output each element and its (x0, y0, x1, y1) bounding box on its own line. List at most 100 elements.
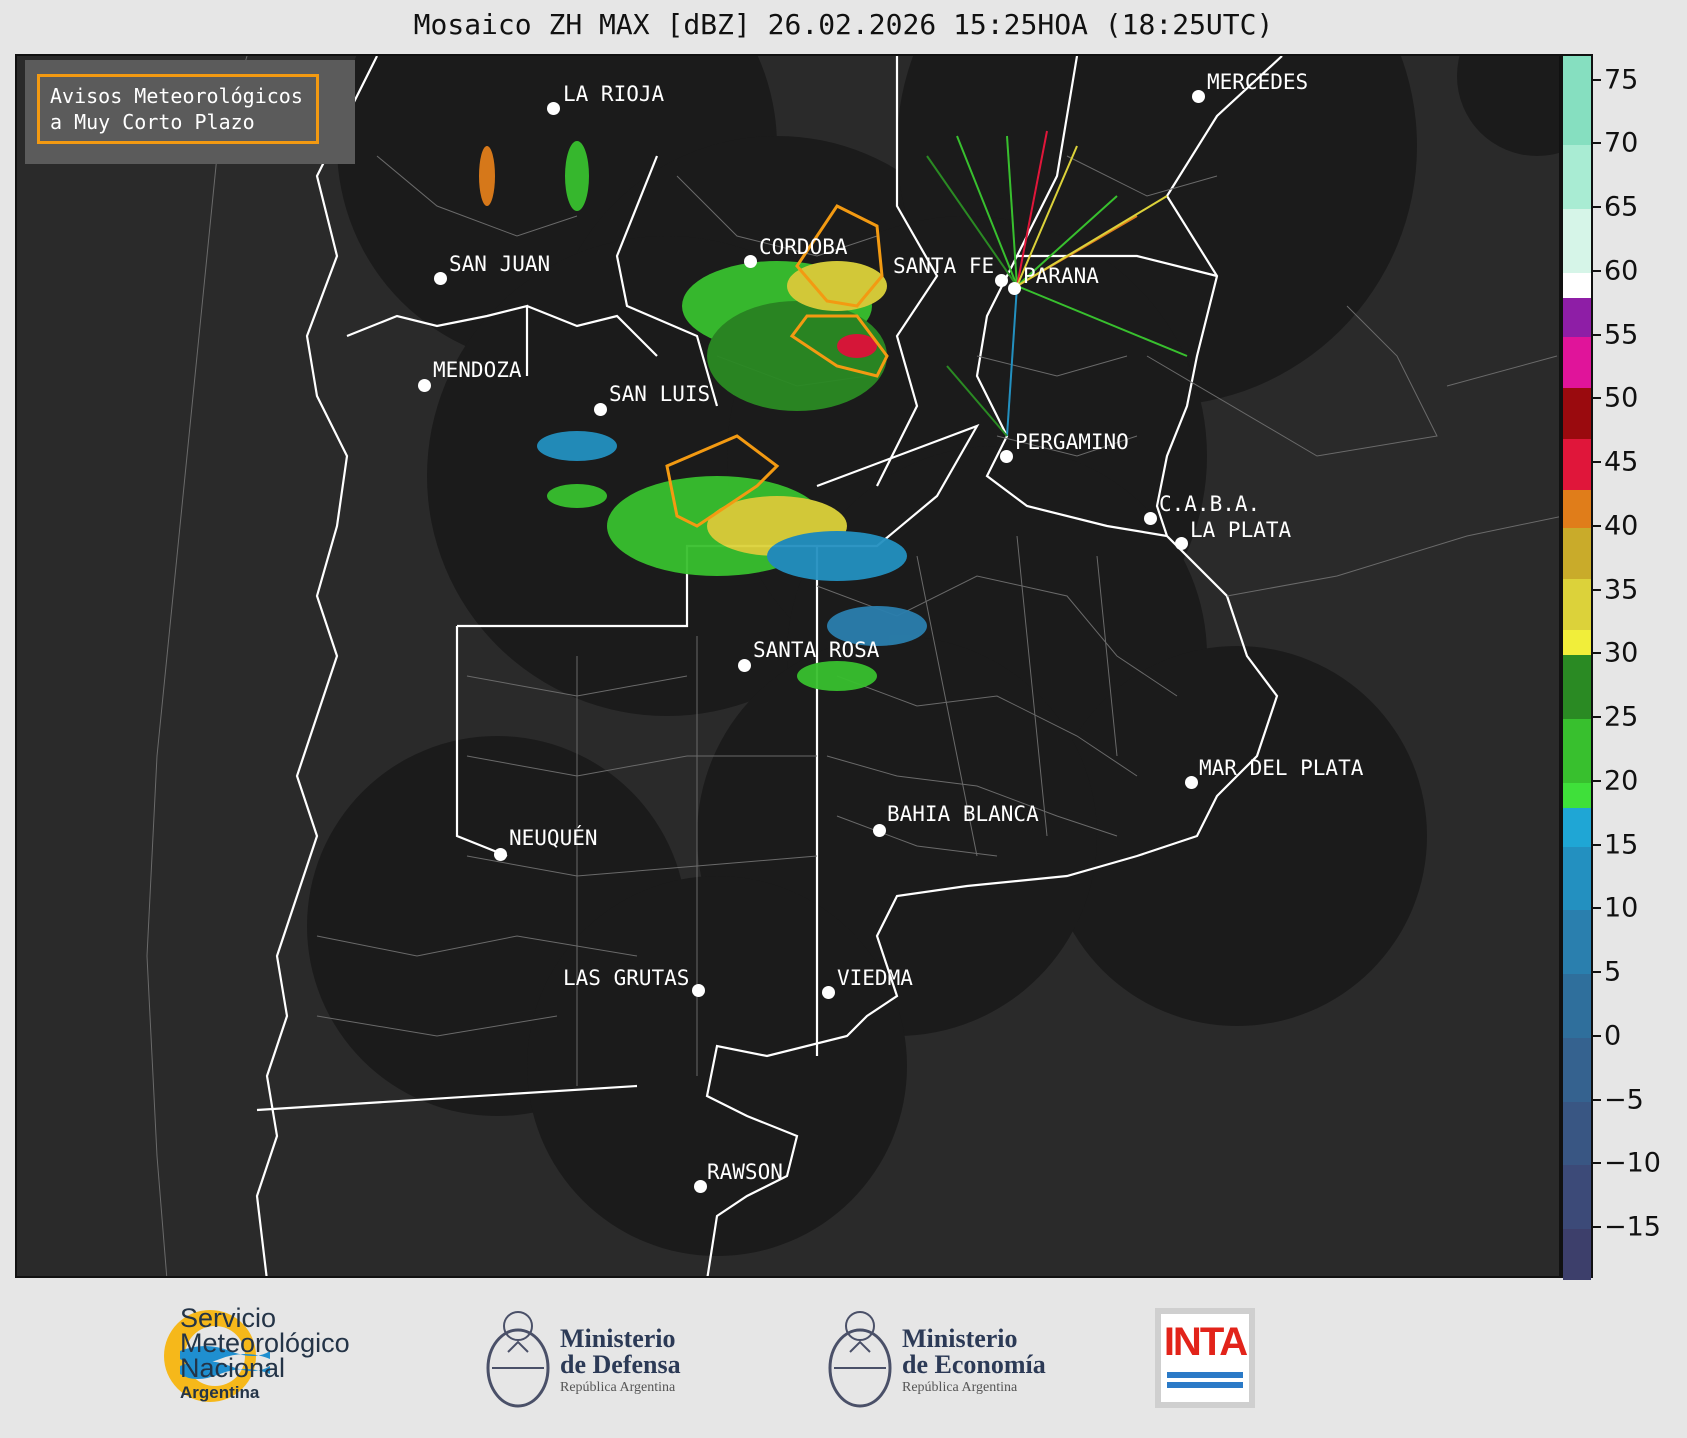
city-marker[interactable] (494, 848, 507, 861)
city-marker[interactable] (873, 824, 886, 837)
colorbar-tick-label: 65 (1604, 191, 1639, 223)
colorbar-tick-label: 70 (1604, 127, 1639, 159)
colorbar-band (1563, 629, 1591, 656)
colorbar-band (1563, 1165, 1591, 1229)
colorbar-tick-label: 20 (1604, 765, 1639, 797)
colorbar-tick (1593, 588, 1601, 591)
colorbar-band (1563, 1101, 1591, 1166)
colorbar-band (1563, 974, 1591, 1038)
colorbar-band (1563, 336, 1591, 388)
city-marker[interactable] (1185, 776, 1198, 789)
colorbar-tick (1593, 333, 1601, 336)
city-marker[interactable] (1192, 90, 1205, 103)
city-label: SANTA FE (893, 254, 995, 278)
echo-blue (537, 431, 617, 461)
city-label: LA PLATA (1190, 518, 1292, 542)
colorbar-band (1563, 578, 1591, 630)
city-label: SAN JUAN (449, 252, 551, 276)
echo-red (837, 334, 877, 358)
city-label: MAR DEL PLATA (1199, 756, 1364, 780)
city-label: LAS GRUTAS (563, 966, 690, 990)
smn-name: Servicio Meteorológico Nacional Argentin… (180, 1305, 350, 1405)
colorbar-tick-label: −5 (1604, 1084, 1644, 1115)
city-marker[interactable] (418, 379, 431, 392)
colorbar-tick (1593, 716, 1601, 718)
colorbar-band (1563, 209, 1591, 273)
city-label: SAN LUIS (609, 382, 711, 406)
city-marker[interactable] (1008, 282, 1021, 295)
colorbar-band (1563, 438, 1591, 490)
echo-orange (479, 146, 495, 206)
national-emblem-icon (828, 1311, 892, 1408)
colorbar-tick-label: 10 (1604, 892, 1639, 924)
echo-green (565, 141, 589, 211)
colorbar (1561, 54, 1593, 1280)
city-marker[interactable] (692, 984, 705, 997)
city-marker[interactable] (1175, 537, 1188, 550)
city-marker[interactable] (1000, 450, 1013, 463)
city-marker[interactable] (594, 403, 607, 416)
colorbar-tick (1593, 206, 1601, 208)
colorbar-band (1563, 846, 1591, 911)
city-label: BAHIA BLANCA (887, 802, 1039, 826)
colorbar-tick-label: −15 (1604, 1211, 1661, 1243)
colorbar-tick (1593, 1034, 1601, 1037)
colorbar-tick (1593, 1098, 1601, 1101)
city-marker[interactable] (744, 255, 757, 268)
colorbar-tick-label: 30 (1604, 637, 1639, 669)
colorbar-tick (1593, 1226, 1601, 1228)
city-marker[interactable] (434, 272, 447, 285)
colorbar-band (1563, 1229, 1591, 1280)
city-label: MENDOZA (433, 358, 522, 382)
colorbar-tick-label: 25 (1604, 701, 1639, 733)
smn-line: Nacional (180, 1353, 286, 1383)
coverage-circle (1457, 56, 1559, 156)
city-marker[interactable] (1144, 512, 1157, 525)
echo-green (547, 484, 607, 508)
colorbar-band (1563, 298, 1591, 337)
colorbar-tick-label: 60 (1604, 255, 1639, 287)
city-marker[interactable] (822, 986, 835, 999)
inta-wordmark: INTA (1163, 1320, 1248, 1364)
city-marker[interactable] (547, 102, 560, 115)
colorbar-band (1563, 527, 1591, 579)
national-emblem-icon (486, 1311, 550, 1408)
city-label: CORDOBA (759, 235, 848, 259)
city-label: RAWSON (707, 1160, 783, 1184)
inta-logo: INTA (1155, 1308, 1255, 1408)
city-label: LA RIOJA (563, 82, 665, 106)
colorbar-tick-label: 75 (1604, 64, 1639, 95)
colorbar-band (1563, 145, 1591, 209)
colorbar-tick-label: −10 (1604, 1147, 1661, 1179)
colorbar-tick (1593, 142, 1601, 145)
colorbar-tick (1593, 652, 1601, 655)
colorbar-tick (1593, 779, 1601, 782)
colorbar-tick-label: 35 (1604, 574, 1639, 605)
ministry-line: Ministerio (902, 1324, 1018, 1353)
city-label: PERGAMINO (1015, 430, 1129, 454)
warning-legend-frame: Avisos Meteorológicos a Muy Corto Plazo (37, 74, 319, 144)
colorbar-band (1563, 719, 1591, 783)
warning-legend-line1: Avisos Meteorológicos (50, 84, 303, 108)
ministry-country: República Argentina (902, 1380, 1018, 1395)
radar-map[interactable]: Avisos Meteorológicos a Muy Corto Plazo … (15, 54, 1561, 1278)
colorbar-band (1563, 56, 1591, 146)
city-marker[interactable] (738, 659, 751, 672)
colorbar-tick (1593, 524, 1601, 527)
colorbar-band (1563, 808, 1591, 847)
colorbar-tick (1593, 397, 1601, 400)
inta-stripe (1167, 1372, 1243, 1378)
radar-coverage (307, 56, 1559, 1256)
city-label: SANTA ROSA (753, 638, 880, 662)
colorbar-band (1563, 655, 1591, 719)
city-label: PARANA (1023, 264, 1099, 288)
ministry-line: Ministerio (560, 1324, 676, 1353)
colorbar-tick-label: 45 (1604, 446, 1639, 478)
colorbar-tick-label: 40 (1604, 510, 1639, 542)
city-marker[interactable] (995, 274, 1008, 287)
colorbar-tick-label: 0 (1604, 1020, 1622, 1052)
colorbar-band (1563, 387, 1591, 439)
colorbar-tick (1593, 971, 1601, 973)
city-label: NEUQUÉN (509, 826, 598, 850)
city-marker[interactable] (694, 1180, 707, 1193)
